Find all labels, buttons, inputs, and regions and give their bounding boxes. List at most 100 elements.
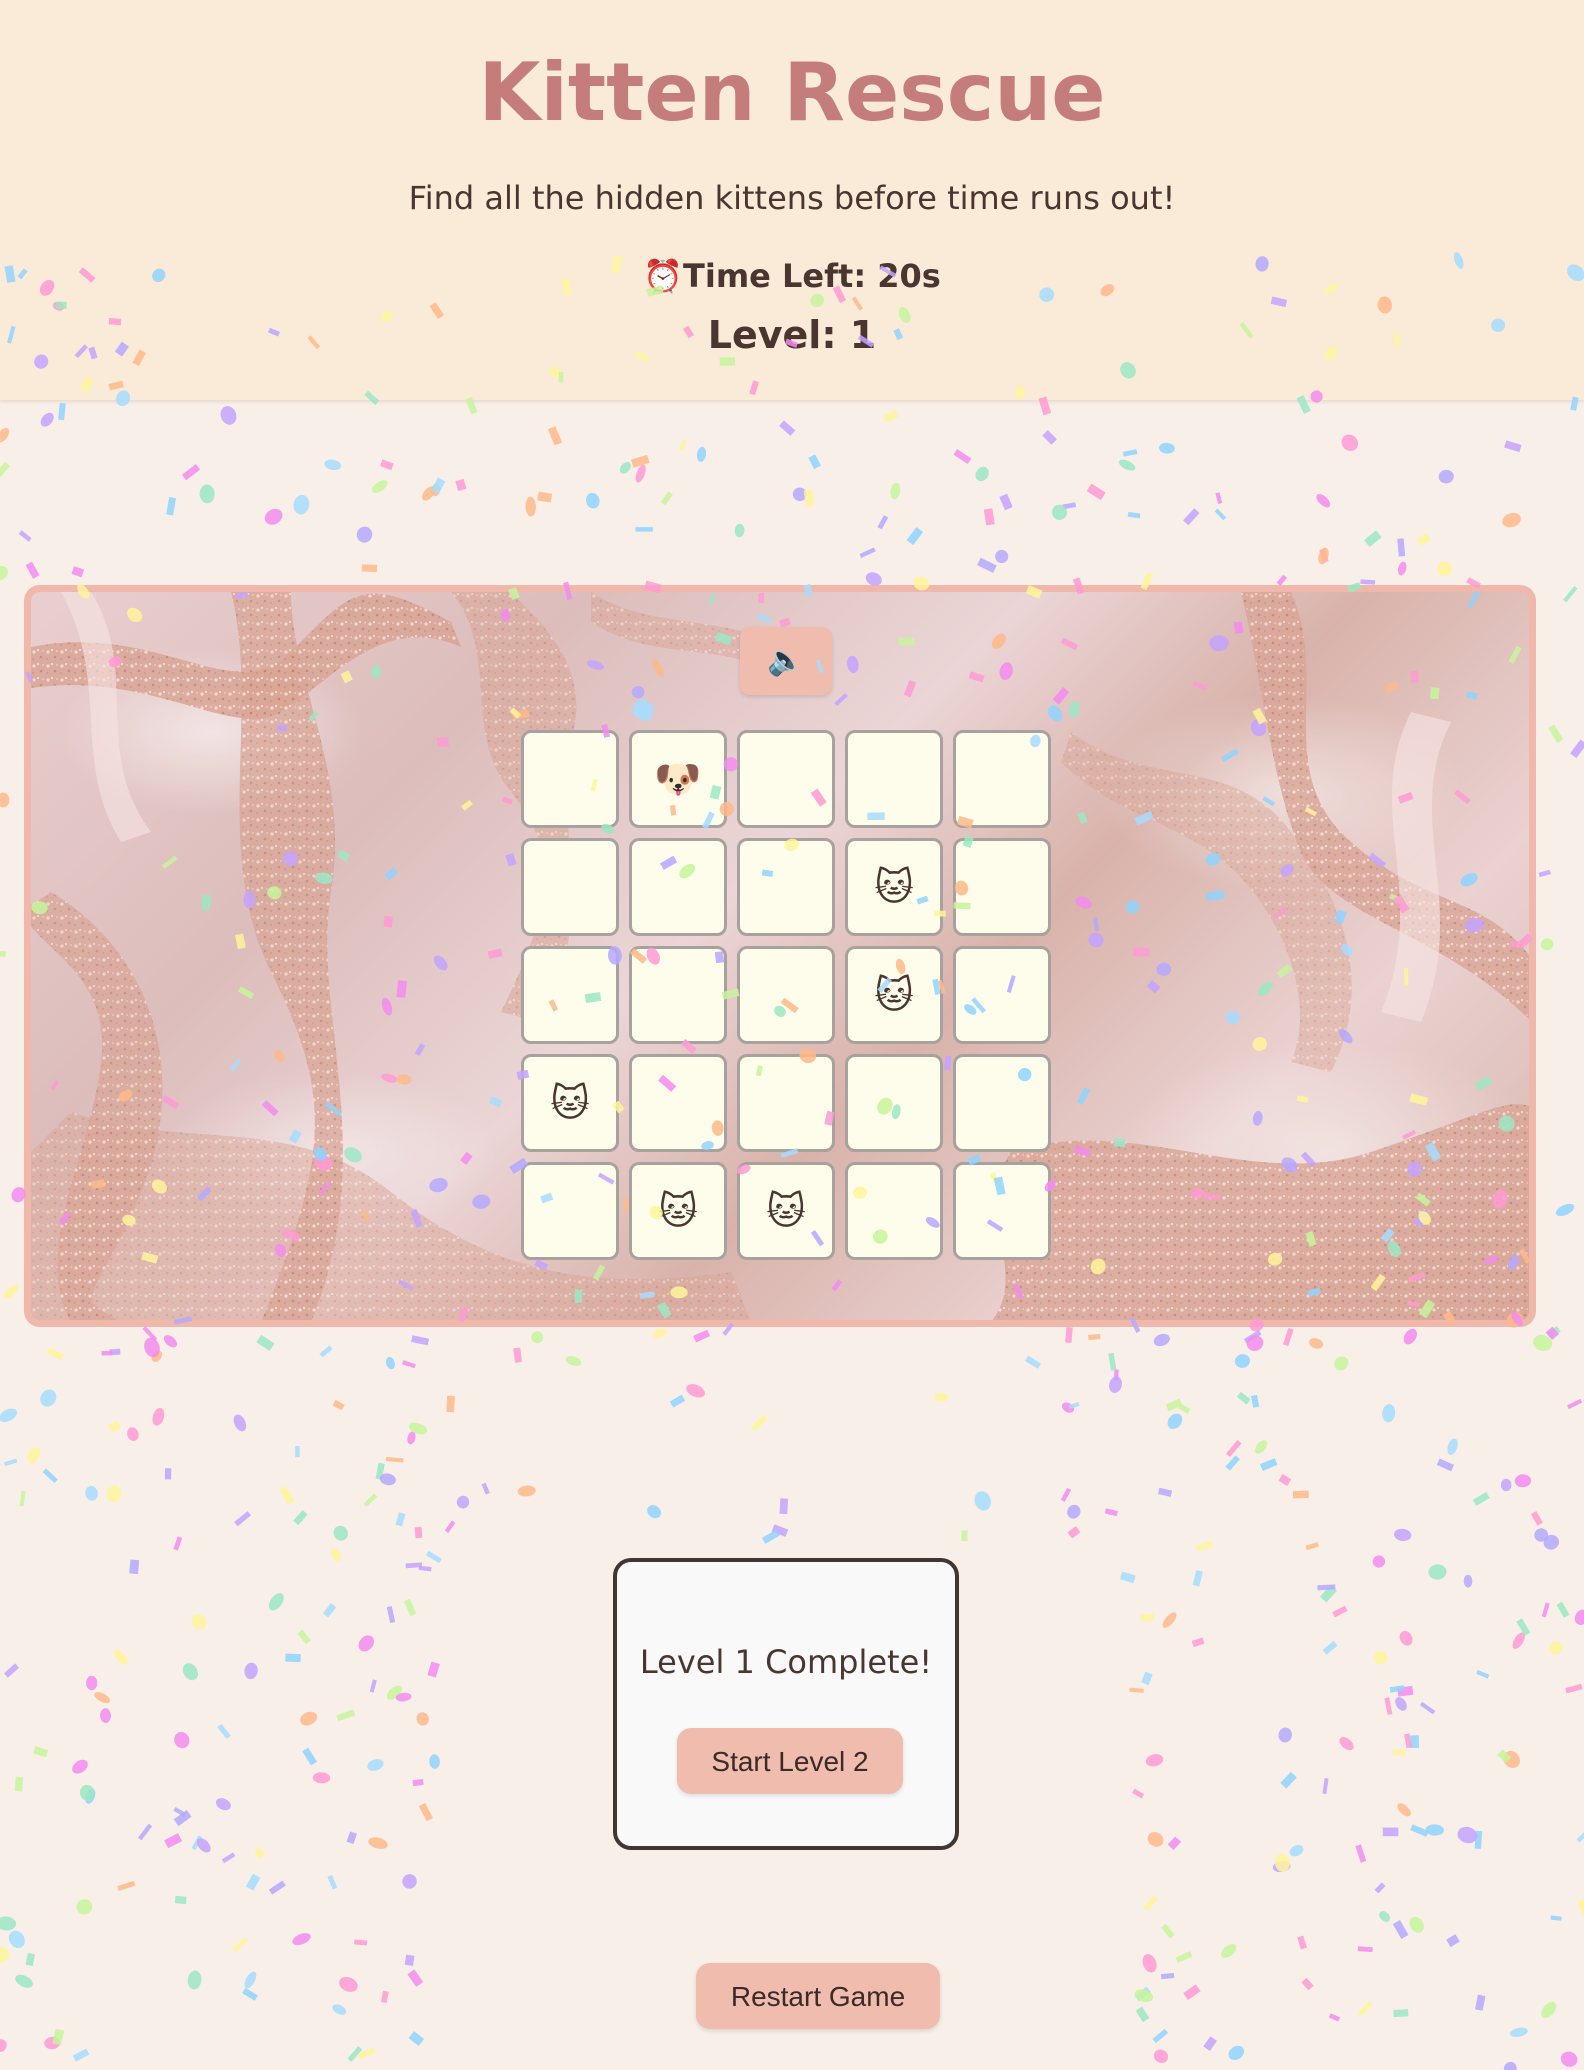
confetti-piece bbox=[1530, 1511, 1543, 1526]
kitten-cell-4-1[interactable]: 🐱 bbox=[629, 1162, 727, 1260]
confetti-piece bbox=[86, 1675, 98, 1691]
confetti-piece bbox=[1065, 1326, 1073, 1344]
confetti-piece bbox=[404, 1954, 415, 1966]
confetti-piece bbox=[1318, 547, 1329, 565]
confetti-piece bbox=[1280, 1771, 1297, 1789]
confetti-piece bbox=[425, 1550, 442, 1564]
confetti-piece bbox=[405, 1562, 423, 1569]
grid-cell-3-4[interactable] bbox=[953, 1054, 1051, 1152]
confetti-piece bbox=[411, 1335, 430, 1346]
confetti-piece bbox=[455, 478, 467, 492]
sound-toggle-button[interactable]: 🔈 bbox=[740, 627, 832, 695]
confetti-piece bbox=[679, 439, 687, 451]
timer-display: ⏰Time Left: 20s bbox=[0, 254, 1584, 298]
confetti-piece bbox=[279, 1486, 295, 1506]
confetti-piece bbox=[890, 482, 901, 500]
confetti-piece bbox=[1404, 1733, 1412, 1749]
confetti-piece bbox=[734, 523, 745, 538]
grid-cell-0-4[interactable] bbox=[953, 730, 1051, 828]
confetti-piece bbox=[108, 1420, 122, 1433]
confetti-piece bbox=[8, 1930, 25, 1949]
confetti-piece bbox=[1538, 869, 1551, 878]
restart-game-button[interactable]: Restart Game bbox=[696, 1963, 940, 2029]
confetti-piece bbox=[1500, 1478, 1512, 1492]
confetti-piece bbox=[72, 1759, 88, 1774]
confetti-piece bbox=[1316, 493, 1331, 508]
confetti-piece bbox=[1127, 511, 1141, 519]
confetti-piece bbox=[1395, 1697, 1407, 1711]
grid-cell-1-1[interactable] bbox=[629, 838, 727, 936]
confetti-piece bbox=[40, 1389, 57, 1407]
grid-cell-2-2[interactable] bbox=[737, 946, 835, 1044]
grid-cell-2-1[interactable] bbox=[629, 946, 727, 1044]
grid-cell-0-0[interactable] bbox=[521, 730, 619, 828]
confetti-piece bbox=[1260, 1458, 1278, 1471]
confetti-piece bbox=[1140, 1613, 1155, 1622]
confetti-piece bbox=[256, 1334, 275, 1351]
grid-cell-4-0[interactable] bbox=[521, 1162, 619, 1260]
grid-cell-3-1[interactable] bbox=[629, 1054, 727, 1152]
confetti-piece bbox=[1215, 492, 1223, 504]
kitten-cell-2-3[interactable]: 🐱 bbox=[845, 946, 943, 1044]
confetti-piece bbox=[1397, 538, 1406, 557]
confetti-piece bbox=[1165, 1398, 1183, 1412]
grid-cell-4-3[interactable] bbox=[845, 1162, 943, 1260]
grid-cell-1-4[interactable] bbox=[953, 838, 1051, 936]
speaker-muted-icon: 🔈 bbox=[767, 643, 805, 678]
confetti-piece bbox=[1183, 1984, 1201, 2001]
confetti-piece bbox=[1545, 1326, 1559, 1340]
confetti-piece bbox=[151, 1350, 163, 1362]
confetti-piece bbox=[1062, 502, 1077, 510]
grid-cell-2-4[interactable] bbox=[953, 946, 1051, 1044]
confetti-piece bbox=[1246, 1335, 1264, 1352]
grid-cell-1-0[interactable] bbox=[521, 838, 619, 936]
confetti-piece bbox=[322, 1603, 337, 1618]
confetti-piece bbox=[1364, 530, 1382, 548]
kitten-cell-4-2[interactable]: 🐱 bbox=[737, 1162, 835, 1260]
confetti-piece bbox=[1574, 1609, 1584, 1625]
confetti-piece bbox=[0, 792, 10, 808]
confetti-piece bbox=[94, 1692, 111, 1704]
confetti-piece bbox=[1341, 434, 1359, 452]
confetti-piece bbox=[686, 1384, 706, 1398]
confetti-piece bbox=[52, 2028, 65, 2046]
confetti-piece bbox=[1549, 1641, 1563, 1655]
grid-cell-0-3[interactable] bbox=[845, 730, 943, 828]
confetti-piece bbox=[456, 1495, 470, 1509]
confetti-piece bbox=[1177, 1403, 1191, 1414]
confetti-piece bbox=[1334, 1356, 1349, 1371]
puppy-cell-0-1[interactable]: 🐶 bbox=[629, 730, 727, 828]
grid-cell-3-2[interactable] bbox=[737, 1054, 835, 1152]
confetti-piece bbox=[1372, 1555, 1386, 1568]
game-title: Kitten Rescue bbox=[478, 46, 1106, 139]
confetti-piece bbox=[173, 1809, 192, 1827]
confetti-piece bbox=[1397, 1685, 1414, 1697]
confetti-piece bbox=[429, 1754, 440, 1769]
confetti-piece bbox=[0, 950, 6, 957]
grid-cell-1-2[interactable] bbox=[737, 838, 835, 936]
confetti-piece bbox=[217, 1723, 231, 1739]
confetti-piece bbox=[906, 526, 924, 546]
confetti-piece bbox=[1289, 1845, 1304, 1857]
confetti-piece bbox=[117, 1880, 136, 1891]
confetti-piece bbox=[1389, 1685, 1405, 1693]
confetti-piece bbox=[85, 1788, 96, 1804]
confetti-piece bbox=[1118, 459, 1136, 471]
confetti-piece bbox=[174, 1895, 187, 1905]
kitten-cell-1-3[interactable]: 🐱 bbox=[845, 838, 943, 936]
grid-cell-3-3[interactable] bbox=[845, 1054, 943, 1152]
confetti-piece bbox=[79, 1784, 95, 1801]
confetti-piece bbox=[803, 489, 815, 507]
level-display: Level: 1 bbox=[0, 310, 1584, 360]
grid-cell-4-4[interactable] bbox=[953, 1162, 1051, 1260]
confetti-piece bbox=[166, 497, 177, 516]
grid-cell-0-2[interactable] bbox=[737, 730, 835, 828]
confetti-piece bbox=[407, 1431, 416, 1445]
confetti-piece bbox=[0, 461, 11, 478]
confetti-piece bbox=[1221, 1944, 1237, 1958]
start-next-level-button[interactable]: Start Level 2 bbox=[677, 1728, 903, 1794]
grid-cell-2-0[interactable] bbox=[521, 946, 619, 1044]
confetti-piece bbox=[363, 1493, 378, 1507]
kitten-cell-3-0[interactable]: 🐱 bbox=[521, 1054, 619, 1152]
confetti-piece bbox=[354, 1939, 368, 1946]
